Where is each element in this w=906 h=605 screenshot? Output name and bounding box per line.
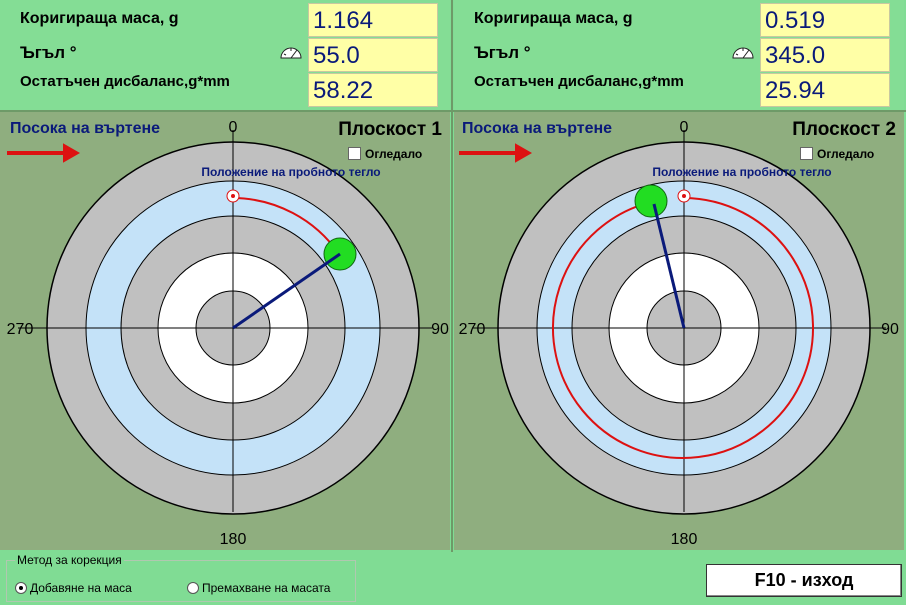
correcting-mass-label: Коригираща маса, g (474, 10, 633, 27)
trial-weight-position-label: Положение на пробното тегло (652, 165, 831, 179)
plane1-polar-plot: 0 90 180 270 Посока на въртене Плоскост … (0, 112, 450, 550)
residual-label: Остатъчен дисбаланс,g*mm (20, 73, 230, 90)
angle-value-field[interactable]: 345.0 (760, 38, 890, 72)
exit-button[interactable]: F10 - изход (706, 564, 902, 597)
rotation-arrow-icon (459, 143, 533, 163)
axis-label-0: 0 (680, 119, 689, 136)
trial-weight-dot (682, 194, 686, 198)
plane2-values-panel: Коригираща маса, g Ъгъл ° Остатъчен дисб… (454, 0, 904, 110)
add-mass-radio[interactable]: Добавяне на маса (15, 581, 132, 595)
axis-label-180: 180 (220, 531, 247, 548)
residual-value-field[interactable]: 25.94 (760, 73, 890, 107)
trial-weight-dot (231, 194, 235, 198)
correction-method-group: Метод за корекция Добавяне на маса Према… (6, 553, 356, 602)
plane2-polar-plot: 0 90 180 270 Посока на въртене Плоскост … (454, 112, 904, 550)
plane-title: Плоскост 1 (338, 119, 442, 140)
axis-label-270: 270 (459, 321, 486, 338)
mirror-label: Огледало (817, 147, 875, 161)
remove-mass-label: Премахване на масата (202, 581, 331, 595)
radio-selected-icon[interactable] (15, 582, 27, 594)
axis-label-180: 180 (671, 531, 698, 548)
add-mass-label: Добавяне на маса (30, 581, 132, 595)
rotation-arrow-icon (7, 143, 81, 163)
polar-diagram: 0 90 180 270 Посока на въртене Плоскост … (459, 119, 899, 548)
angle-label: Ъгъл ° (474, 43, 531, 62)
checkbox-icon[interactable] (800, 147, 813, 160)
panel-divider (451, 0, 453, 552)
plane1-values-panel: Коригираща маса, g Ъгъл ° Остатъчен дисб… (0, 0, 450, 110)
plane-title: Плоскост 2 (792, 119, 896, 140)
axis-label-90: 90 (881, 321, 899, 338)
residual-label: Остатъчен дисбаланс,g*mm (474, 73, 684, 90)
rotation-direction-label: Посока на въртене (10, 120, 160, 137)
axis-label-90: 90 (431, 321, 449, 338)
mirror-checkbox[interactable]: Огледало (800, 147, 874, 161)
mass-value-field[interactable]: 1.164 (308, 3, 438, 37)
correction-method-title: Метод за корекция (15, 553, 124, 567)
protractor-icon (732, 47, 754, 59)
angle-label: Ъгъл ° (20, 43, 77, 62)
mirror-checkbox[interactable]: Огледало (348, 147, 422, 161)
residual-value-field[interactable]: 58.22 (308, 73, 438, 107)
trial-weight-position-label: Положение на пробното тегло (201, 165, 380, 179)
bottom-bar: Метод за корекция Добавяне на маса Према… (0, 552, 906, 605)
checkbox-icon[interactable] (348, 147, 361, 160)
rotation-direction-label: Посока на въртене (462, 120, 612, 137)
correcting-mass-label: Коригираща маса, g (20, 10, 179, 27)
radio-unselected-icon[interactable] (187, 582, 199, 594)
mass-value-field[interactable]: 0.519 (760, 3, 890, 37)
mirror-label: Огледало (365, 147, 423, 161)
polar-diagram: 0 90 180 270 Посока на въртене Плоскост … (7, 119, 449, 548)
protractor-icon (280, 47, 302, 59)
remove-mass-radio[interactable]: Премахване на масата (187, 581, 330, 595)
axis-label-0: 0 (229, 119, 238, 136)
correction-weight (634, 184, 668, 218)
axis-label-270: 270 (7, 321, 34, 338)
angle-value-field[interactable]: 55.0 (308, 38, 438, 72)
